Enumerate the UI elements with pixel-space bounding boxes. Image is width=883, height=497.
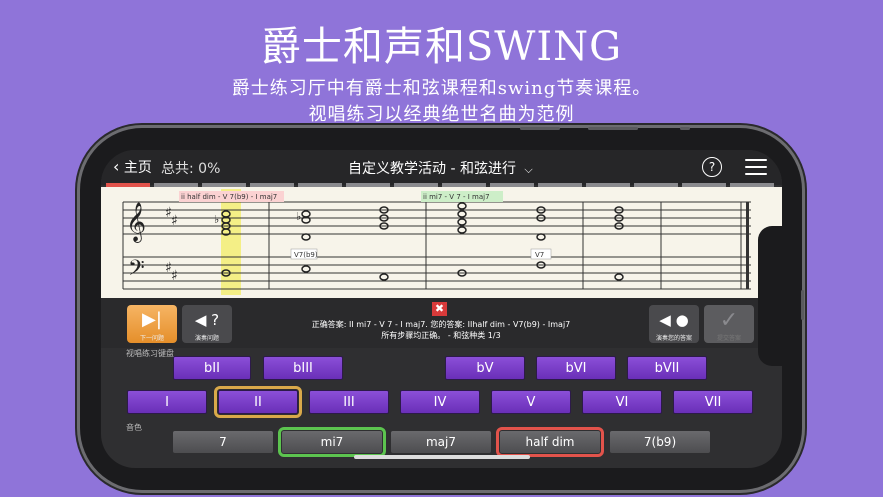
chevron-left-icon: ‹ — [113, 157, 120, 176]
top-bar: ‹ 主页 总共: 0% 自定义教学活动 - 和弦进行 ⌵ ? — [101, 150, 782, 185]
svg-text:♯: ♯ — [171, 268, 178, 284]
phone-side-button — [801, 290, 804, 320]
keyboard-section-label: 视唱练习键盘 — [126, 349, 174, 358]
phone-side-button — [520, 127, 560, 130]
svg-text:♭: ♭ — [214, 213, 219, 226]
degree-button-I[interactable]: I — [127, 390, 207, 414]
degree-button-bV[interactable]: bV — [445, 356, 525, 380]
svg-text:♯: ♯ — [171, 213, 178, 229]
feedback-line-1: 正确答案: II mi7 - V 7 - I maj7. 您的答案: IIhal… — [311, 320, 571, 329]
back-button[interactable]: ‹ 主页 — [113, 157, 152, 177]
degree-button-bVII[interactable]: bVII — [627, 356, 707, 380]
degree-button-III[interactable]: III — [309, 390, 389, 414]
chevron-down-icon: ⌵ — [524, 163, 533, 176]
degree-button-VI[interactable]: VI — [582, 390, 662, 414]
speaker-question-icon: ◀ ? — [194, 311, 220, 329]
play-answer-button[interactable]: ◀ ● 演奏您的答案 — [649, 305, 699, 343]
screen: ‹ 主页 总共: 0% 自定义教学活动 - 和弦进行 ⌵ ? 𝄞 𝄢 ♯ ♯ ♯… — [101, 150, 782, 468]
degree-button-IV[interactable]: IV — [400, 390, 480, 414]
skip-forward-icon: ▶| — [142, 309, 162, 330]
color-section-label: 音色 — [126, 423, 142, 432]
staff-annotation-2: ii mi7 - V 7 - I maj7 — [423, 193, 490, 201]
phone-notch — [758, 226, 784, 366]
play-question-button[interactable]: ◀ ? 演奏问题 — [182, 305, 232, 343]
promo-headline: 爵士和声和SWING — [260, 24, 623, 70]
feedback-text: 正确答案: II mi7 - V 7 - I maj7. 您的答案: IIhal… — [311, 319, 571, 341]
wrong-icon: ✖ — [432, 302, 447, 316]
quality-button-maj7[interactable]: maj7 — [391, 431, 491, 453]
svg-text:𝄞: 𝄞 — [126, 202, 146, 243]
degree-button-bII[interactable]: bII — [173, 356, 251, 380]
speaker-person-icon: ◀ ● — [659, 311, 689, 329]
degree-button-II[interactable]: II — [214, 386, 302, 418]
help-icon[interactable]: ? — [702, 157, 722, 177]
chord-label-2: V7 — [535, 251, 544, 259]
play-answer-caption: 演奏您的答案 — [655, 335, 692, 342]
promo-line-2: 视唱练习以经典绝世名曲为范例 — [308, 104, 575, 125]
quality-button-half-dim[interactable]: half dim — [496, 427, 604, 457]
activity-title: 自定义教学活动 - 和弦进行 — [348, 161, 516, 177]
quality-button-7b9[interactable]: 7(b9) — [610, 431, 710, 453]
staff-annotation-1: ii half dim - V 7(b9) - I maj7 — [181, 193, 277, 201]
next-question-button[interactable]: ▶| 下一问题 — [127, 305, 177, 343]
phone-side-button — [588, 127, 638, 130]
back-label: 主页 — [123, 160, 152, 176]
next-caption: 下一问题 — [139, 335, 164, 342]
degree-button-V[interactable]: V — [491, 390, 571, 414]
activity-title-dropdown[interactable]: 自定义教学活动 - 和弦进行 ⌵ — [348, 158, 533, 178]
quality-button-mi7[interactable]: mi7 — [278, 427, 386, 457]
progress-label: 总共: 0% — [161, 161, 221, 177]
promo-line-1: 爵士练习厅中有爵士和弦课程和swing节奏课程。 — [231, 78, 652, 99]
quality-button-7[interactable]: 7 — [173, 431, 273, 453]
svg-text:𝄢: 𝄢 — [128, 256, 145, 286]
degree-button-VII[interactable]: VII — [673, 390, 753, 414]
phone-side-button — [680, 127, 690, 130]
music-staff: 𝄞 𝄢 ♯ ♯ ♯ ♯ ♭ ♭ ii half dim - V 7(b9) - … — [101, 187, 782, 298]
submit-answer-button[interactable]: ✓ 提交答案 — [704, 305, 754, 343]
home-indicator[interactable] — [354, 455, 530, 459]
menu-icon[interactable] — [745, 159, 767, 180]
degree-button-bVI[interactable]: bVI — [536, 356, 616, 380]
play-question-caption: 演奏问题 — [194, 335, 219, 342]
degree-button-bIII[interactable]: bIII — [263, 356, 343, 380]
chord-label-1: V7(b9) — [294, 251, 318, 259]
svg-text:♭: ♭ — [296, 210, 301, 223]
submit-caption: 提交答案 — [716, 335, 741, 342]
feedback-line-2: 所有步骤均正确。 - 和弦种类 1/3 — [381, 331, 501, 340]
